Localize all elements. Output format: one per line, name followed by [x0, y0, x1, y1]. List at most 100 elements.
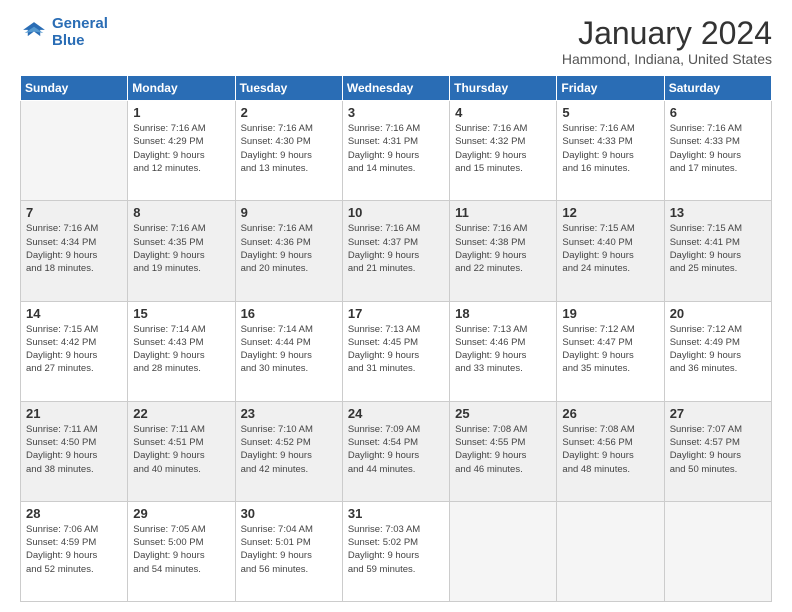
header: General Blue January 2024 Hammond, India… [20, 16, 772, 67]
day-number: 24 [348, 406, 444, 421]
table-row: 29 Sunrise: 7:05 AM Sunset: 5:00 PM Dayli… [128, 501, 235, 601]
col-saturday: Saturday [664, 76, 771, 101]
table-row: 1Sunrise: 7:16 AM Sunset: 4:29 PM Daylig… [128, 101, 235, 201]
table-row: 19 Sunrise: 7:12 AM Sunset: 4:47 PM Dayli… [557, 301, 664, 401]
day-number: 3 [348, 105, 444, 120]
day-info: Sunrise: 7:16 AM Sunset: 4:35 PM Dayligh… [133, 222, 229, 275]
page: General Blue January 2024 Hammond, India… [0, 0, 792, 612]
day-info: Sunrise: 7:16 AM Sunset: 4:36 PM Dayligh… [241, 222, 337, 275]
day-info: Sunrise: 7:05 AM Sunset: 5:00 PM Dayligh… [133, 523, 229, 576]
day-number: 16 [241, 306, 337, 321]
day-info: Sunrise: 7:12 AM Sunset: 4:47 PM Dayligh… [562, 323, 658, 376]
day-number: 25 [455, 406, 551, 421]
table-row: 7Sunrise: 7:16 AM Sunset: 4:34 PM Daylig… [21, 201, 128, 301]
logo: General Blue [20, 16, 108, 49]
day-number: 10 [348, 205, 444, 220]
table-row: 30Sunrise: 7:04 AM Sunset: 5:01 PM Dayli… [235, 501, 342, 601]
table-row: 21 Sunrise: 7:11 AM Sunset: 4:50 PM Dayli… [21, 401, 128, 501]
day-info: Sunrise: 7:16 AM Sunset: 4:38 PM Dayligh… [455, 222, 551, 275]
col-monday: Monday [128, 76, 235, 101]
day-info: Sunrise: 7:11 AM Sunset: 4:50 PM Dayligh… [26, 423, 122, 476]
calendar-week-row: 14Sunrise: 7:15 AM Sunset: 4:42 PM Dayli… [21, 301, 772, 401]
table-row: 16 Sunrise: 7:14 AM Sunset: 4:44 PM Dayli… [235, 301, 342, 401]
day-info: Sunrise: 7:09 AM Sunset: 4:54 PM Dayligh… [348, 423, 444, 476]
day-number: 29 [133, 506, 229, 521]
day-number: 2 [241, 105, 337, 120]
day-info: Sunrise: 7:08 AM Sunset: 4:55 PM Dayligh… [455, 423, 551, 476]
day-number: 26 [562, 406, 658, 421]
day-number: 22 [133, 406, 229, 421]
day-number: 18 [455, 306, 551, 321]
day-info: Sunrise: 7:14 AM Sunset: 4:44 PM Dayligh… [241, 323, 337, 376]
day-info: Sunrise: 7:10 AM Sunset: 4:52 PM Dayligh… [241, 423, 337, 476]
table-row: 25 Sunrise: 7:08 AM Sunset: 4:55 PM Dayli… [450, 401, 557, 501]
col-tuesday: Tuesday [235, 76, 342, 101]
day-number: 15 [133, 306, 229, 321]
logo-icon [20, 19, 48, 47]
table-row: 26 Sunrise: 7:08 AM Sunset: 4:56 PM Dayli… [557, 401, 664, 501]
table-row: 9 Sunrise: 7:16 AM Sunset: 4:36 PM Daylig… [235, 201, 342, 301]
col-friday: Friday [557, 76, 664, 101]
table-row: 15 Sunrise: 7:14 AM Sunset: 4:43 PM Dayli… [128, 301, 235, 401]
subtitle: Hammond, Indiana, United States [562, 51, 772, 67]
table-row: 4 Sunrise: 7:16 AM Sunset: 4:32 PM Daylig… [450, 101, 557, 201]
col-wednesday: Wednesday [342, 76, 449, 101]
calendar-header-row: Sunday Monday Tuesday Wednesday Thursday… [21, 76, 772, 101]
logo-text: General Blue [52, 16, 108, 49]
table-row: 6 Sunrise: 7:16 AM Sunset: 4:33 PM Daylig… [664, 101, 771, 201]
day-info: Sunrise: 7:16 AM Sunset: 4:30 PM Dayligh… [241, 122, 337, 175]
table-row: 13Sunrise: 7:15 AM Sunset: 4:41 PM Dayli… [664, 201, 771, 301]
table-row: 2 Sunrise: 7:16 AM Sunset: 4:30 PM Daylig… [235, 101, 342, 201]
day-number: 5 [562, 105, 658, 120]
table-row: 27 Sunrise: 7:07 AM Sunset: 4:57 PM Dayli… [664, 401, 771, 501]
table-row: 31 Sunrise: 7:03 AM Sunset: 5:02 PM Dayli… [342, 501, 449, 601]
day-info: Sunrise: 7:12 AM Sunset: 4:49 PM Dayligh… [670, 323, 766, 376]
day-number: 4 [455, 105, 551, 120]
table-row: 14Sunrise: 7:15 AM Sunset: 4:42 PM Dayli… [21, 301, 128, 401]
day-info: Sunrise: 7:14 AM Sunset: 4:43 PM Dayligh… [133, 323, 229, 376]
day-info: Sunrise: 7:06 AM Sunset: 4:59 PM Dayligh… [26, 523, 122, 576]
table-row: 23 Sunrise: 7:10 AM Sunset: 4:52 PM Dayli… [235, 401, 342, 501]
day-number: 8 [133, 205, 229, 220]
calendar-week-row: 1Sunrise: 7:16 AM Sunset: 4:29 PM Daylig… [21, 101, 772, 201]
table-row: 24 Sunrise: 7:09 AM Sunset: 4:54 PM Dayli… [342, 401, 449, 501]
calendar-table: Sunday Monday Tuesday Wednesday Thursday… [20, 75, 772, 602]
table-row: 8 Sunrise: 7:16 AM Sunset: 4:35 PM Daylig… [128, 201, 235, 301]
calendar-week-row: 7Sunrise: 7:16 AM Sunset: 4:34 PM Daylig… [21, 201, 772, 301]
day-info: Sunrise: 7:16 AM Sunset: 4:32 PM Dayligh… [455, 122, 551, 175]
day-number: 19 [562, 306, 658, 321]
main-title: January 2024 [562, 16, 772, 51]
title-block: January 2024 Hammond, Indiana, United St… [562, 16, 772, 67]
table-row: 5Sunrise: 7:16 AM Sunset: 4:33 PM Daylig… [557, 101, 664, 201]
table-row: 12Sunrise: 7:15 AM Sunset: 4:40 PM Dayli… [557, 201, 664, 301]
table-row [664, 501, 771, 601]
table-row [557, 501, 664, 601]
day-info: Sunrise: 7:08 AM Sunset: 4:56 PM Dayligh… [562, 423, 658, 476]
day-number: 31 [348, 506, 444, 521]
day-number: 6 [670, 105, 766, 120]
day-info: Sunrise: 7:13 AM Sunset: 4:46 PM Dayligh… [455, 323, 551, 376]
day-info: Sunrise: 7:03 AM Sunset: 5:02 PM Dayligh… [348, 523, 444, 576]
table-row: 3Sunrise: 7:16 AM Sunset: 4:31 PM Daylig… [342, 101, 449, 201]
table-row: 20Sunrise: 7:12 AM Sunset: 4:49 PM Dayli… [664, 301, 771, 401]
day-info: Sunrise: 7:04 AM Sunset: 5:01 PM Dayligh… [241, 523, 337, 576]
calendar-week-row: 21 Sunrise: 7:11 AM Sunset: 4:50 PM Dayli… [21, 401, 772, 501]
day-number: 13 [670, 205, 766, 220]
day-info: Sunrise: 7:07 AM Sunset: 4:57 PM Dayligh… [670, 423, 766, 476]
day-info: Sunrise: 7:13 AM Sunset: 4:45 PM Dayligh… [348, 323, 444, 376]
day-info: Sunrise: 7:16 AM Sunset: 4:37 PM Dayligh… [348, 222, 444, 275]
day-info: Sunrise: 7:16 AM Sunset: 4:34 PM Dayligh… [26, 222, 122, 275]
day-number: 21 [26, 406, 122, 421]
day-number: 28 [26, 506, 122, 521]
day-number: 23 [241, 406, 337, 421]
col-thursday: Thursday [450, 76, 557, 101]
table-row: 18 Sunrise: 7:13 AM Sunset: 4:46 PM Dayli… [450, 301, 557, 401]
calendar-week-row: 28 Sunrise: 7:06 AM Sunset: 4:59 PM Dayli… [21, 501, 772, 601]
day-number: 27 [670, 406, 766, 421]
table-row: 17 Sunrise: 7:13 AM Sunset: 4:45 PM Dayli… [342, 301, 449, 401]
logo-blue: Blue [52, 33, 108, 50]
day-number: 17 [348, 306, 444, 321]
day-number: 9 [241, 205, 337, 220]
day-number: 11 [455, 205, 551, 220]
day-info: Sunrise: 7:16 AM Sunset: 4:33 PM Dayligh… [670, 122, 766, 175]
